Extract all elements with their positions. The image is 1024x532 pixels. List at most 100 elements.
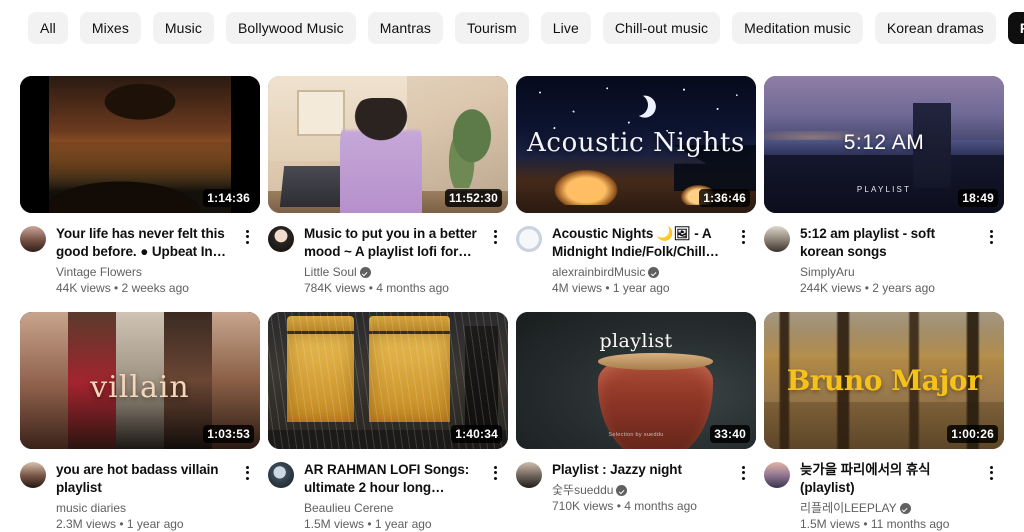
chip-tourism[interactable]: Tourism bbox=[455, 12, 529, 44]
video-card[interactable]: villain 1:03:53 you are hot badass villa… bbox=[20, 312, 260, 532]
verified-badge-icon bbox=[359, 267, 371, 278]
channel-avatar[interactable] bbox=[764, 462, 790, 488]
video-stats: 44K views • 2 weeks ago bbox=[56, 281, 189, 295]
channel-row[interactable]: music diaries bbox=[56, 501, 232, 516]
video-meta: Acoustic Nights 🌙🖼 - A Midnight Indie/Fo… bbox=[516, 225, 756, 296]
channel-avatar[interactable] bbox=[516, 462, 542, 488]
video-duration: 1:40:34 bbox=[451, 425, 502, 443]
channel-row[interactable]: 숯뚜sueddu bbox=[552, 483, 728, 498]
more-vertical-icon[interactable] bbox=[980, 461, 1002, 532]
chip-mixes[interactable]: Mixes bbox=[79, 12, 141, 44]
video-thumbnail[interactable]: 1:40:34 bbox=[268, 312, 508, 449]
video-stats: 710K views • 4 months ago bbox=[552, 499, 697, 513]
video-meta: 5:12 am playlist - soft korean songs Sim… bbox=[764, 225, 1004, 296]
video-title[interactable]: 5:12 am playlist - soft korean songs bbox=[800, 225, 976, 261]
chip-music[interactable]: Music bbox=[152, 12, 214, 44]
channel-avatar[interactable] bbox=[764, 226, 790, 252]
chip-mantras[interactable]: Mantras bbox=[367, 12, 444, 44]
channel-name[interactable]: 리플레이LEEPLAY bbox=[800, 501, 897, 516]
thumbnail-title-text: villain bbox=[90, 369, 190, 405]
more-vertical-icon[interactable] bbox=[732, 461, 754, 514]
video-grid: 1:14:36 Your life has never felt this go… bbox=[0, 76, 1024, 532]
channel-avatar[interactable] bbox=[20, 462, 46, 488]
chip-chill-out-music[interactable]: Chill-out music bbox=[602, 12, 721, 44]
video-thumbnail[interactable]: playlist Selection by sueddu 33:40 bbox=[516, 312, 756, 449]
video-thumbnail[interactable]: 5:12 AM PLAYLIST 18:49 bbox=[764, 76, 1004, 213]
more-vertical-icon[interactable] bbox=[484, 461, 506, 532]
video-thumbnail[interactable]: Acoustic Nights 1:36:46 bbox=[516, 76, 756, 213]
chip-live[interactable]: Live bbox=[540, 12, 591, 44]
video-meta: AR RAHMAN LOFI Songs: ultimate 2 hour lo… bbox=[268, 461, 508, 532]
channel-avatar[interactable] bbox=[268, 226, 294, 252]
channel-name[interactable]: alexrainbirdMusic bbox=[552, 265, 645, 280]
glass-rim bbox=[597, 353, 713, 370]
tree-silhouette-icon bbox=[82, 78, 198, 145]
channel-row[interactable]: Beaulieu Cerene bbox=[304, 501, 480, 516]
thumbnail-title-text: Acoustic Nights bbox=[527, 128, 745, 159]
person-illustration bbox=[340, 97, 422, 213]
channel-name[interactable]: 숯뚜sueddu bbox=[552, 483, 613, 498]
video-card[interactable]: playlist Selection by sueddu 33:40 Playl… bbox=[516, 312, 756, 532]
video-card[interactable]: Acoustic Nights 1:36:46 Acoustic Nights … bbox=[516, 76, 756, 296]
video-meta: Your life has never felt this good befor… bbox=[20, 225, 260, 296]
video-card[interactable]: 5:12 AM PLAYLIST 18:49 5:12 am playlist … bbox=[764, 76, 1004, 296]
video-stats: 784K views • 4 months ago bbox=[304, 281, 449, 295]
channel-row[interactable]: Little Soul bbox=[304, 265, 480, 280]
more-vertical-icon[interactable] bbox=[484, 225, 506, 296]
chip-all[interactable]: All bbox=[28, 12, 68, 44]
video-title[interactable]: Acoustic Nights 🌙🖼 - A Midnight Indie/Fo… bbox=[552, 225, 728, 261]
channel-avatar[interactable] bbox=[268, 462, 294, 488]
video-duration: 1:03:53 bbox=[203, 425, 254, 443]
verified-badge-icon bbox=[899, 503, 911, 514]
video-meta: Playlist : Jazzy night 숯뚜sueddu 710K vie… bbox=[516, 461, 756, 514]
video-card[interactable]: 11:52:30 Music to put you in a better mo… bbox=[268, 76, 508, 296]
channel-name[interactable]: Vintage Flowers bbox=[56, 265, 142, 280]
video-duration: 1:14:36 bbox=[203, 189, 254, 207]
channel-name[interactable]: SimplyAru bbox=[800, 265, 855, 280]
video-duration: 11:52:30 bbox=[445, 189, 502, 207]
video-title[interactable]: Your life has never felt this good befor… bbox=[56, 225, 232, 261]
thumbnail-title-text: 5:12 AM bbox=[843, 130, 925, 154]
video-duration: 18:49 bbox=[958, 189, 998, 207]
video-thumbnail[interactable]: Bruno Major 1:00:26 bbox=[764, 312, 1004, 449]
video-card[interactable]: 1:40:34 AR RAHMAN LOFI Songs: ultimate 2… bbox=[268, 312, 508, 532]
chip-meditation-music[interactable]: Meditation music bbox=[732, 12, 863, 44]
video-title[interactable]: AR RAHMAN LOFI Songs: ultimate 2 hour lo… bbox=[304, 461, 480, 497]
video-title[interactable]: Music to put you in a better mood ~ A pl… bbox=[304, 225, 480, 261]
verified-badge-icon bbox=[648, 267, 660, 278]
more-vertical-icon[interactable] bbox=[236, 461, 258, 532]
video-stats: 4M views • 1 year ago bbox=[552, 281, 670, 295]
more-vertical-icon[interactable] bbox=[236, 225, 258, 296]
video-stats: 244K views • 2 years ago bbox=[800, 281, 935, 295]
more-vertical-icon[interactable] bbox=[980, 225, 1002, 296]
channel-avatar[interactable] bbox=[516, 226, 542, 252]
letterbox-left bbox=[20, 76, 49, 213]
video-thumbnail[interactable]: 1:14:36 bbox=[20, 76, 260, 213]
video-card[interactable]: 1:14:36 Your life has never felt this go… bbox=[20, 76, 260, 296]
channel-name[interactable]: Little Soul bbox=[304, 265, 357, 280]
video-duration: 1:00:26 bbox=[947, 425, 998, 443]
video-card[interactable]: Bruno Major 1:00:26 늦가을 파리에서의 휴식 (playli… bbox=[764, 312, 1004, 532]
chip-korean-dramas[interactable]: Korean dramas bbox=[874, 12, 996, 44]
video-title[interactable]: Playlist : Jazzy night bbox=[552, 461, 728, 479]
video-meta: Music to put you in a better mood ~ A pl… bbox=[268, 225, 508, 296]
channel-name[interactable]: music diaries bbox=[56, 501, 126, 516]
poster-art bbox=[296, 89, 345, 137]
channel-avatar[interactable] bbox=[20, 226, 46, 252]
video-thumbnail[interactable]: villain 1:03:53 bbox=[20, 312, 260, 449]
thumbnail-title-text: playlist bbox=[599, 329, 673, 352]
thumbnail-title-text: Bruno Major bbox=[786, 364, 982, 398]
video-duration: 1:36:46 bbox=[699, 189, 750, 207]
channel-row[interactable]: 리플레이LEEPLAY bbox=[800, 501, 976, 516]
chip-playlists[interactable]: Playlists bbox=[1007, 12, 1024, 44]
video-meta: 늦가을 파리에서의 휴식 (playlist) 리플레이LEEPLAY 1.5M… bbox=[764, 461, 1004, 532]
more-vertical-icon[interactable] bbox=[732, 225, 754, 296]
channel-row[interactable]: alexrainbirdMusic bbox=[552, 265, 728, 280]
video-title[interactable]: 늦가을 파리에서의 휴식 (playlist) bbox=[800, 461, 976, 497]
video-title[interactable]: you are hot badass villain playlist bbox=[56, 461, 232, 497]
channel-row[interactable]: SimplyAru bbox=[800, 265, 976, 280]
video-thumbnail[interactable]: 11:52:30 bbox=[268, 76, 508, 213]
channel-row[interactable]: Vintage Flowers bbox=[56, 265, 232, 280]
channel-name[interactable]: Beaulieu Cerene bbox=[304, 501, 393, 516]
chip-bollywood-music[interactable]: Bollywood Music bbox=[225, 12, 356, 44]
